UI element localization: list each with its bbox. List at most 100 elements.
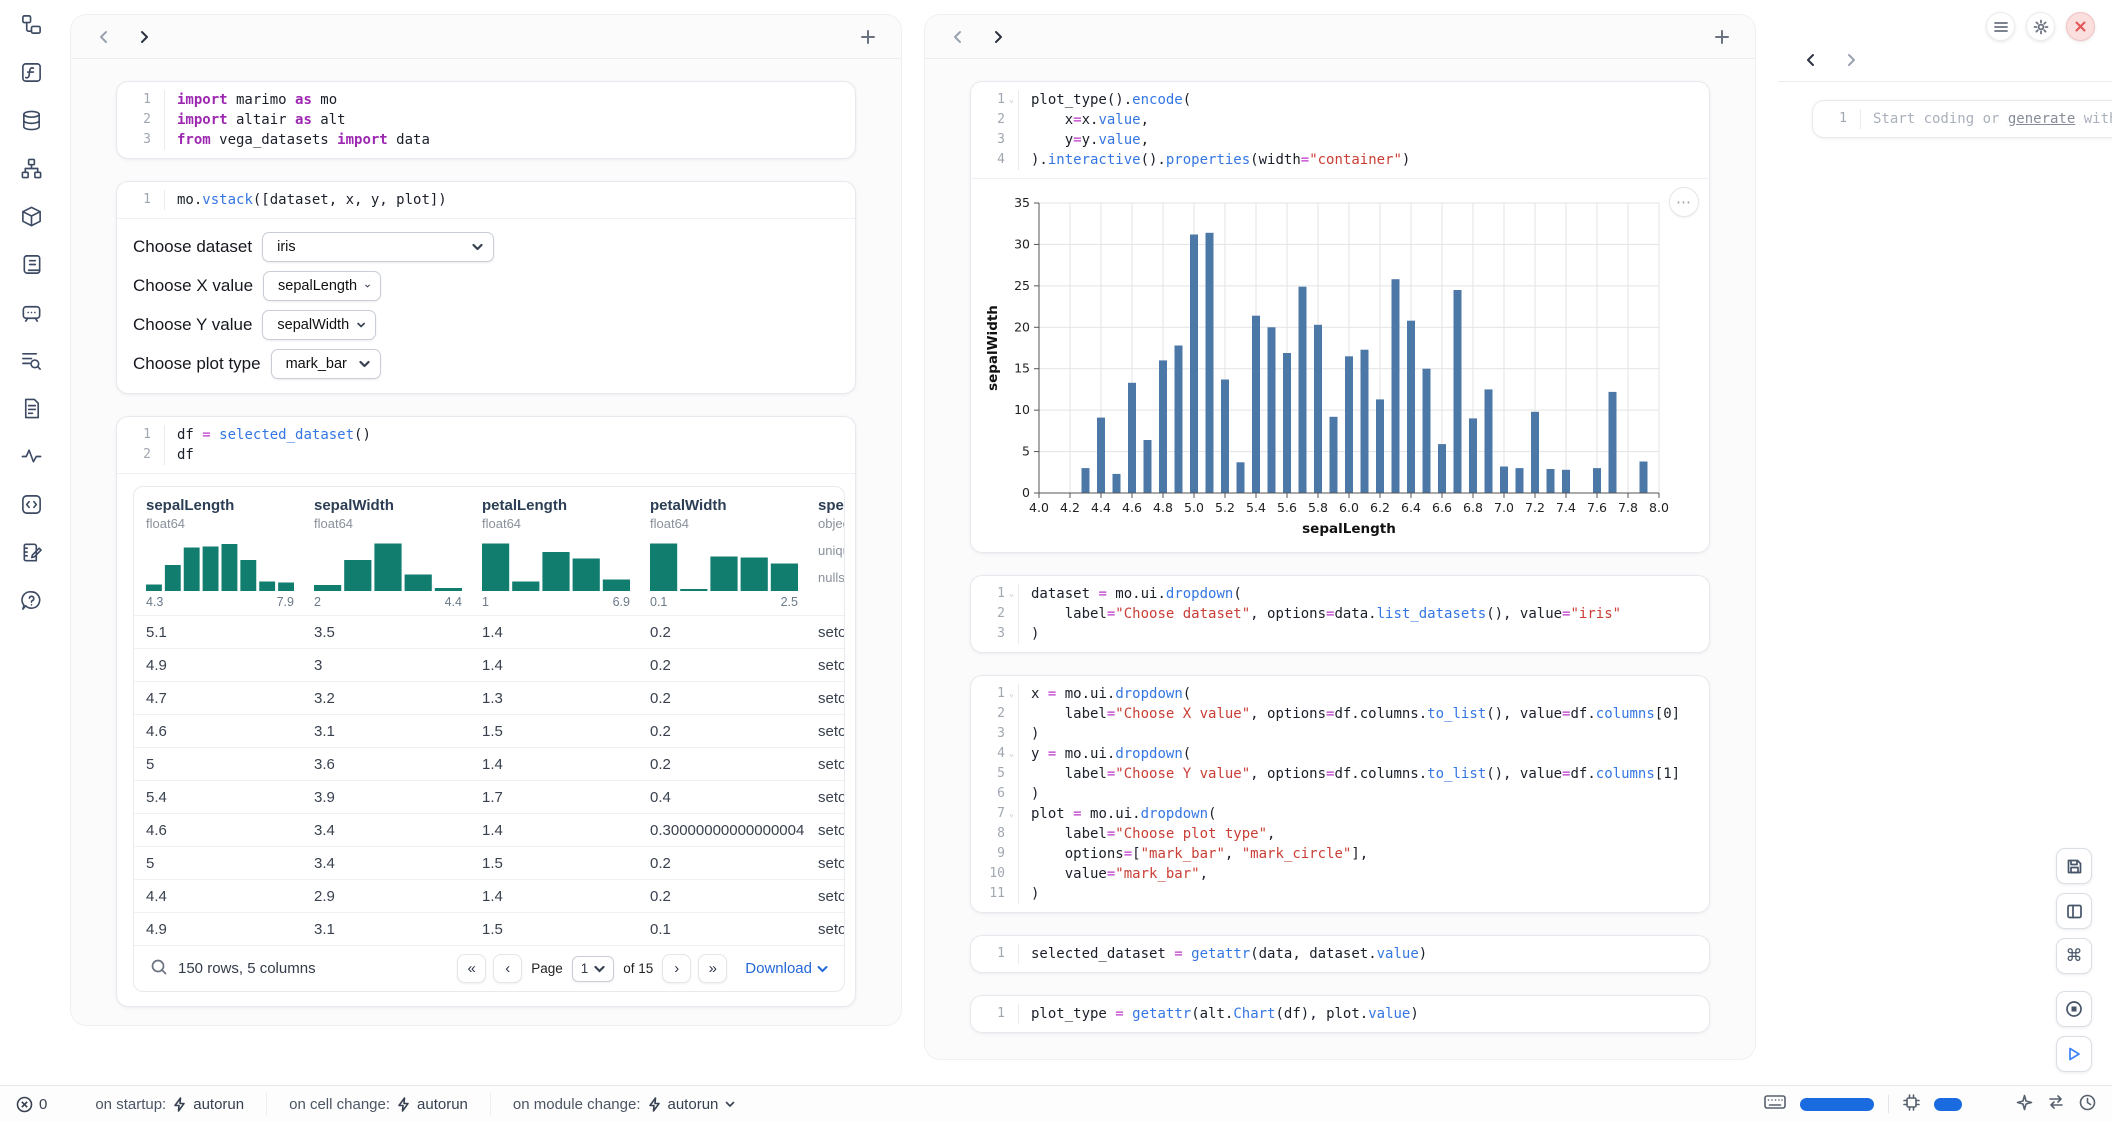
keyboard-icon[interactable] (1764, 1094, 1786, 1114)
code-line[interactable]: 2df (117, 445, 855, 465)
dropdown-choose-x-value[interactable]: sepalLength (263, 271, 381, 301)
code-line[interactable]: 3from vega_datasets import data (117, 130, 855, 150)
code-placeholder[interactable]: Start coding or generate with AI (1861, 109, 2112, 129)
scroll-right-button[interactable] (985, 24, 1011, 50)
cpu-meter[interactable] (1934, 1098, 1962, 1111)
dropdown-choose-dataset[interactable]: iris (262, 232, 494, 262)
code-line[interactable]: 3) (971, 624, 1709, 644)
table-row[interactable]: 4.93.11.50.1setosa (134, 912, 844, 945)
code-line[interactable]: 1⌄dataset = mo.ui.dropdown( (971, 584, 1709, 604)
code-line[interactable]: 11) (971, 884, 1709, 904)
download-button[interactable]: Download (745, 960, 828, 977)
last-page-button[interactable]: » (698, 954, 727, 983)
code-line[interactable]: 1df = selected_dataset() (117, 425, 855, 445)
logs-icon[interactable] (14, 343, 48, 377)
code-line[interactable]: 1import marimo as mo (117, 90, 855, 110)
help-icon[interactable] (14, 583, 48, 617)
code-line[interactable]: 1selected_dataset = getattr(data, datase… (971, 944, 1709, 964)
column-name[interactable]: petalWidth (650, 497, 796, 514)
code-icon[interactable] (14, 487, 48, 521)
close-panel-icon[interactable] (2066, 12, 2095, 41)
table-row[interactable]: 4.63.11.50.2setosa (134, 714, 844, 747)
table-row[interactable]: 4.73.21.30.2setosa (134, 681, 844, 714)
runtime-config[interactable]: on startup:autorun (73, 1092, 266, 1116)
gear-icon[interactable] (2026, 12, 2055, 41)
code-line[interactable]: 1⌄plot_type().encode( (971, 90, 1709, 110)
dropdown-choose-y-value[interactable]: sepalWidth (262, 310, 376, 340)
code-line[interactable]: 6) (971, 784, 1709, 804)
code-line[interactable]: 10 value="mark_bar", (971, 864, 1709, 884)
scroll-left-button[interactable] (945, 24, 971, 50)
page-select[interactable]: 1 (572, 956, 615, 982)
command-palette-icon[interactable]: ⌘ (2056, 938, 2092, 974)
search-icon[interactable] (150, 958, 168, 980)
empty-cell[interactable]: 1 Start coding or generate with AI (1812, 100, 2112, 138)
scroll-left-button[interactable] (91, 24, 117, 50)
code-line[interactable]: 1mo.vstack([dataset, x, y, plot]) (117, 190, 855, 210)
code-line[interactable]: 4⌄y = mo.ui.dropdown( (971, 744, 1709, 764)
packages-icon[interactable] (14, 199, 48, 233)
code-line[interactable]: 8 label="Choose plot type", (971, 824, 1709, 844)
cpu-chip-icon[interactable] (1903, 1094, 1920, 1115)
table-row[interactable]: 53.41.50.2setosa (134, 846, 844, 879)
code-line[interactable]: 5 label="Choose Y value", options=df.col… (971, 764, 1709, 784)
cell-vstack[interactable]: 1mo.vstack([dataset, x, y, plot]) Choose… (116, 181, 856, 394)
code-line[interactable]: 2 label="Choose dataset", options=data.l… (971, 604, 1709, 624)
code-line[interactable]: 4).interactive().properties(width="conta… (971, 150, 1709, 170)
column-name[interactable]: sepalLength (146, 497, 292, 514)
scroll-left-button[interactable] (1798, 47, 1824, 73)
runtime-config[interactable]: on cell change:autorun (266, 1092, 490, 1116)
chart-menu-icon[interactable]: ⋯ (1669, 187, 1699, 217)
scroll-right-button[interactable] (1838, 47, 1864, 73)
bar-chart[interactable]: 051015202530354.04.24.44.64.85.05.25.45.… (983, 189, 1697, 546)
cell-imports[interactable]: 1import marimo as mo2import altair as al… (116, 81, 856, 159)
scratchpad-icon[interactable] (14, 535, 48, 569)
swap-icon[interactable] (2047, 1094, 2065, 1114)
code-line[interactable]: 1plot_type = getattr(alt.Chart(df), plot… (971, 1004, 1709, 1024)
code-line[interactable]: 7⌄plot = mo.ui.dropdown( (971, 804, 1709, 824)
interrupt-icon[interactable] (2056, 991, 2092, 1027)
dropdown-choose-plot-type[interactable]: mark_bar (271, 349, 381, 379)
scroll-right-button[interactable] (131, 24, 157, 50)
column-name[interactable]: petalLength (482, 497, 628, 514)
code-line[interactable]: 2 x=x.value, (971, 110, 1709, 130)
memory-meter[interactable] (1800, 1098, 1874, 1111)
code-line[interactable]: 2 label="Choose X value", options=df.col… (971, 704, 1709, 724)
layout-icon[interactable] (2056, 893, 2092, 929)
cell-selected-dataset[interactable]: 1selected_dataset = getattr(data, datase… (970, 935, 1710, 973)
add-cell-icon[interactable] (855, 24, 881, 50)
history-clock-icon[interactable] (2079, 1094, 2096, 1115)
table-row[interactable]: 5.13.51.40.2setosa (134, 615, 844, 648)
table-row[interactable]: 53.61.40.2setosa (134, 747, 844, 780)
code-line[interactable]: 2import altair as alt (117, 110, 855, 130)
cell-xy-plot-dropdowns[interactable]: 1⌄x = mo.ui.dropdown(2 label="Choose X v… (970, 675, 1710, 913)
code-line[interactable]: 9 options=["mark_bar", "mark_circle"], (971, 844, 1709, 864)
table-row[interactable]: 4.42.91.40.2setosa (134, 879, 844, 912)
table-row[interactable]: 4.63.41.40.30000000000000004setosa (134, 813, 844, 846)
cell-plot[interactable]: 1⌄plot_type().encode(2 x=x.value,3 y=y.v… (970, 81, 1710, 553)
code-line[interactable]: 3) (971, 724, 1709, 744)
functions-icon[interactable] (14, 55, 48, 89)
ai-chat-icon[interactable] (14, 295, 48, 329)
database-icon[interactable] (14, 103, 48, 137)
cell-dataset-dropdown[interactable]: 1⌄dataset = mo.ui.dropdown(2 label="Choo… (970, 575, 1710, 653)
run-icon[interactable] (2056, 1036, 2092, 1072)
table-row[interactable]: 5.43.91.70.4setosa (134, 780, 844, 813)
cell-dataframe[interactable]: 1df = selected_dataset()2df sepalLengthf… (116, 416, 856, 1007)
code-line[interactable]: 1⌄x = mo.ui.dropdown( (971, 684, 1709, 704)
runtime-config[interactable]: on module change:autorun (490, 1092, 757, 1116)
save-icon[interactable] (2056, 848, 2092, 884)
file-tree-icon[interactable] (14, 7, 48, 41)
documentation-icon[interactable] (14, 247, 48, 281)
first-page-button[interactable]: « (457, 954, 486, 983)
sparkle-icon[interactable] (2016, 1094, 2033, 1115)
column-name[interactable]: sepalWidth (314, 497, 460, 514)
cell-plot-type[interactable]: 1plot_type = getattr(alt.Chart(df), plot… (970, 995, 1710, 1033)
prev-page-button[interactable]: ‹ (493, 954, 522, 983)
table-row[interactable]: 4.931.40.2setosa (134, 648, 844, 681)
add-cell-icon[interactable] (1709, 24, 1735, 50)
tracing-icon[interactable] (14, 439, 48, 473)
column-name[interactable]: species (818, 497, 844, 514)
snippets-icon[interactable] (14, 391, 48, 425)
next-page-button[interactable]: › (662, 954, 691, 983)
